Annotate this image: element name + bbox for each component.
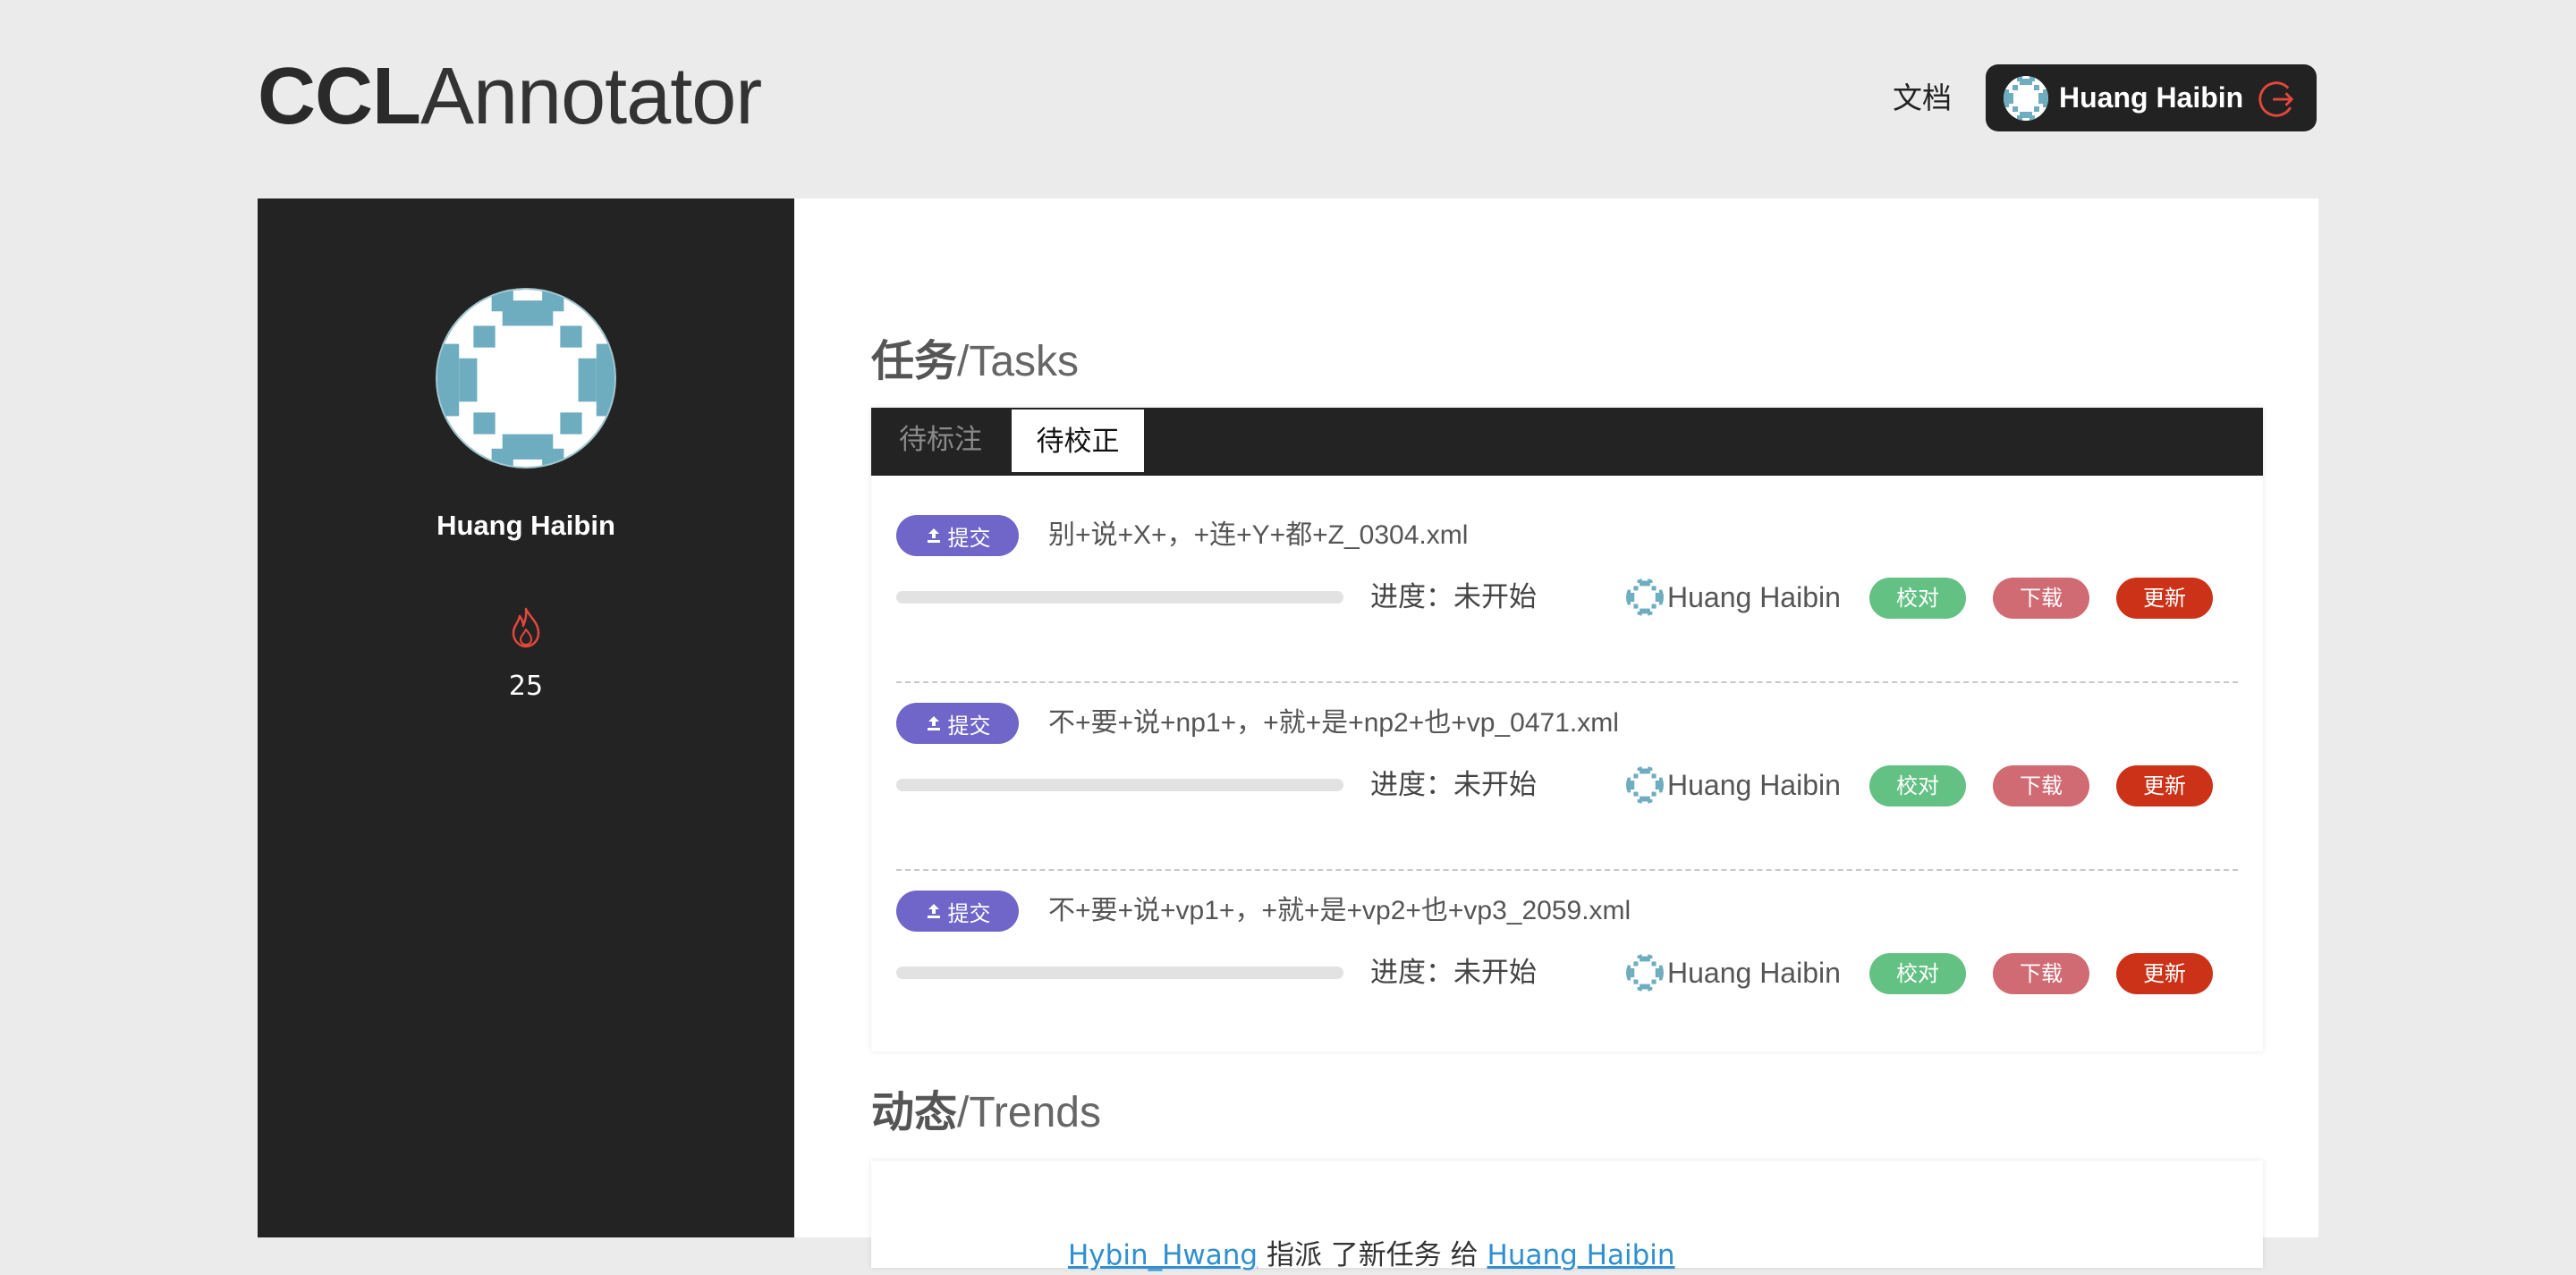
assignee-name: Huang Haibin xyxy=(1667,581,1841,613)
proofread-button[interactable]: 校对 xyxy=(1869,765,1966,806)
progress-status: 进度：未开始 xyxy=(1370,581,1537,613)
progress-bar xyxy=(896,591,1343,604)
avatar xyxy=(1626,954,1664,992)
upload-icon xyxy=(927,716,940,730)
row-divider xyxy=(896,681,2238,683)
fire-icon xyxy=(512,607,540,648)
docs-link[interactable]: 文档 xyxy=(1893,79,1952,118)
submit-button[interactable]: 提交 xyxy=(896,891,1019,932)
streak-count: 25 xyxy=(508,671,544,702)
trend-actor-link[interactable]: Hybin_Hwang xyxy=(1068,1239,1258,1271)
profile-name: Huang Haibin xyxy=(436,510,615,541)
task-row: 提交 不+要+说+vp1+，+就+是+vp2+也+vp3_2059.xml 进度… xyxy=(896,891,2238,1078)
trend-item: Hybin_Hwang 指派 了新任务 给 Huang Haibin xyxy=(1068,1236,1675,1275)
download-button[interactable]: 下载 xyxy=(1993,578,2089,619)
profile-avatar xyxy=(436,288,616,469)
update-button[interactable]: 更新 xyxy=(2116,578,2213,619)
trend-action: 指派 了新任务 给 xyxy=(1258,1239,1487,1271)
progress-status: 进度：未开始 xyxy=(1370,957,1537,989)
task-tabs: 待标注 待校正 xyxy=(871,408,2263,476)
submit-button[interactable]: 提交 xyxy=(896,703,1019,744)
task-row: 提交 别+说+X+，+连+Y+都+Z_0304.xml 进度：未开始 Huang… xyxy=(896,515,2238,703)
progress-bar xyxy=(896,779,1343,791)
update-button[interactable]: 更新 xyxy=(2116,953,2213,994)
avatar xyxy=(1626,766,1664,804)
download-button[interactable]: 下载 xyxy=(1993,953,2089,994)
update-button[interactable]: 更新 xyxy=(2116,765,2213,806)
user-menu[interactable]: Huang Haibin xyxy=(1986,64,2317,131)
trends-title: 动态/Trends xyxy=(871,1087,1101,1137)
logout-icon[interactable] xyxy=(2256,79,2297,120)
proofread-button[interactable]: 校对 xyxy=(1869,578,1966,619)
logo-light: Annotator xyxy=(419,52,762,141)
tab-pending-annotation[interactable]: 待标注 xyxy=(871,408,1010,472)
submit-button[interactable]: 提交 xyxy=(896,515,1019,556)
assignee-name: Huang Haibin xyxy=(1667,957,1841,989)
upload-icon xyxy=(927,904,940,918)
row-divider xyxy=(896,869,2238,871)
task-row: 提交 不+要+说+np1+，+就+是+np2+也+vp_0471.xml 进度：… xyxy=(896,703,2238,891)
main-panel: 任务/Tasks 待标注 待校正 提交 别+说+X+，+连+Y+都+Z_0304… xyxy=(794,198,2318,1271)
proofread-button[interactable]: 校对 xyxy=(1869,953,1966,994)
avatar xyxy=(1626,578,1664,616)
assignee-name: Huang Haibin xyxy=(1667,769,1841,801)
trend-target-link[interactable]: Huang Haibin xyxy=(1487,1239,1675,1271)
tab-pending-correction[interactable]: 待校正 xyxy=(1012,410,1144,472)
profile-sidebar: Huang Haibin 25 xyxy=(258,198,794,1237)
task-file-name[interactable]: 不+要+说+np1+，+就+是+np2+也+vp_0471.xml xyxy=(1048,705,1619,742)
upload-icon xyxy=(927,528,940,543)
task-file-name[interactable]: 不+要+说+vp1+，+就+是+vp2+也+vp3_2059.xml xyxy=(1048,892,1631,930)
task-file-name[interactable]: 别+说+X+，+连+Y+都+Z_0304.xml xyxy=(1048,517,1468,554)
logo-bold: CCL xyxy=(258,52,421,141)
tasks-title: 任务/Tasks xyxy=(871,336,1080,386)
download-button[interactable]: 下载 xyxy=(1993,765,2089,806)
avatar xyxy=(2004,75,2048,121)
task-list: 待标注 待校正 提交 别+说+X+，+连+Y+都+Z_0304.xml 进度：未… xyxy=(871,408,2263,1051)
progress-bar xyxy=(896,967,1343,979)
trend-list: Hybin_Hwang 指派 了新任务 给 Huang Haibin xyxy=(871,1161,2263,1271)
progress-status: 进度：未开始 xyxy=(1370,769,1537,801)
user-name: Huang Haibin xyxy=(2059,81,2244,114)
app-logo[interactable]: CCLAnnotator xyxy=(258,52,762,141)
